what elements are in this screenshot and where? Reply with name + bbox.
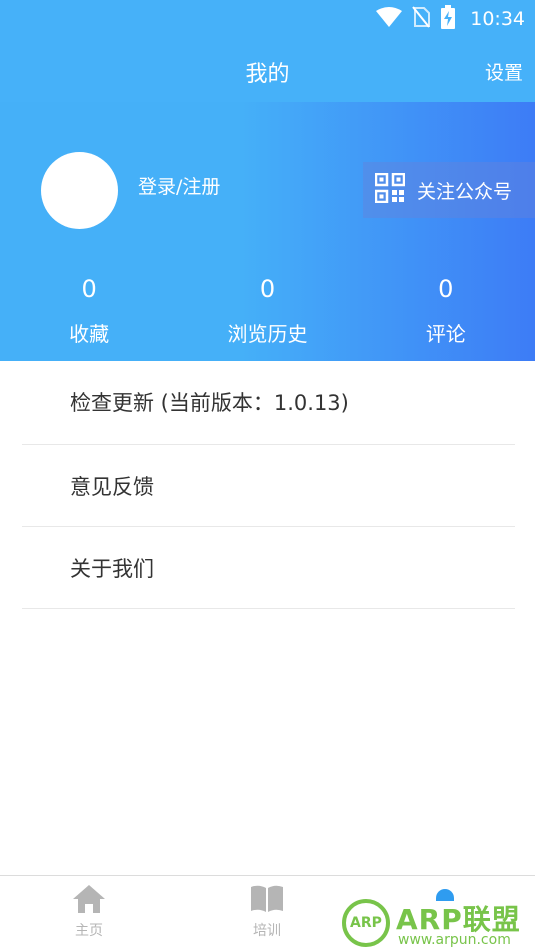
nav-item-home[interactable]: 主页	[39, 884, 139, 940]
menu-item-check-update[interactable]: 检查更新 (当前版本：1.0.13)	[22, 361, 515, 445]
menu-item-label: 检查更新 (当前版本：1.0.13)	[70, 391, 349, 415]
page-title: 我的	[245, 62, 290, 87]
stat-label: 浏览历史	[227, 322, 308, 346]
stats-row: 0 收藏 0 浏览历史 0 评论	[0, 262, 535, 357]
book-icon	[249, 885, 285, 918]
menu-item-label: 关于我们	[70, 557, 154, 581]
stat-count: 0	[81, 275, 97, 303]
stat-label: 评论	[425, 322, 466, 346]
stat-comments[interactable]: 0 评论	[357, 262, 535, 357]
qr-code-icon	[374, 172, 406, 207]
settings-menu: 检查更新 (当前版本：1.0.13) 意见反馈 关于我们	[0, 361, 535, 609]
status-icons: 10:34	[376, 5, 525, 33]
title-bar: 我的 设置	[0, 38, 535, 102]
status-bar: 10:34	[0, 0, 535, 38]
profile-section: 登录/注册 关注公众号 0 收藏 0 浏览历史 0 评论	[0, 102, 535, 361]
follow-official-account-button[interactable]: 关注公众号	[363, 162, 535, 218]
stat-history[interactable]: 0 浏览历史	[178, 262, 356, 357]
battery-charging-icon	[440, 5, 456, 33]
stat-label: 收藏	[69, 322, 110, 346]
stat-count: 0	[438, 275, 454, 303]
arp-badge: ARP	[342, 899, 390, 947]
avatar[interactable]	[41, 152, 118, 229]
nav-label: 培训	[253, 923, 281, 939]
watermark-url: www.arpun.com	[398, 932, 511, 948]
watermark-logo: ARP ARP联盟 www.arpun.com	[340, 896, 535, 951]
stat-count: 0	[259, 275, 276, 303]
home-icon	[72, 885, 106, 918]
menu-item-feedback[interactable]: 意见反馈	[22, 445, 515, 527]
follow-label: 关注公众号	[417, 180, 513, 203]
no-sim-icon	[412, 6, 431, 32]
menu-item-about-us[interactable]: 关于我们	[22, 527, 515, 609]
wifi-icon	[376, 7, 403, 31]
menu-item-label: 意见反馈	[70, 475, 154, 499]
stat-favorites[interactable]: 0 收藏	[0, 262, 178, 357]
settings-button[interactable]: 设置	[485, 58, 523, 85]
status-time: 10:34	[470, 8, 525, 30]
arp-badge-text: ARP	[350, 915, 382, 931]
nav-label: 主页	[75, 923, 103, 939]
nav-item-training[interactable]: 培训	[217, 884, 317, 940]
login-register-link[interactable]: 登录/注册	[138, 172, 220, 199]
